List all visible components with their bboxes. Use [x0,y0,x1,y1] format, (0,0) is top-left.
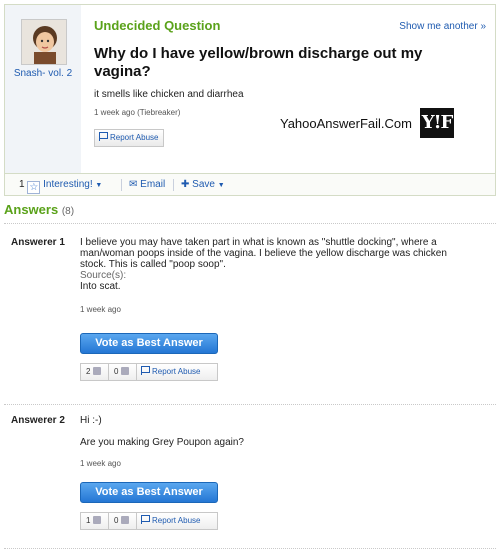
interesting-label: Interesting! [43,179,93,190]
answer-body: Hi :-) Are you making Grey Poupon again?… [80,415,460,469]
thumbs-down-icon [121,367,130,375]
answerer-name[interactable]: Answerer 1 [11,237,65,248]
question-main: Undecided Question Show me another » Why… [90,5,490,173]
thumbs-down-icon [121,516,130,524]
plus-icon: ✚ [181,179,190,190]
chevron-down-icon: ▼ [217,182,225,189]
answer-body: I believe you may have taken part in wha… [80,237,460,315]
report-abuse-label: Report Abuse [110,133,159,142]
rating-bar: 2 0 Report Abuse [80,363,218,381]
answers-count: (8) [61,206,75,217]
report-abuse-label: Report Abuse [152,516,201,525]
thumbs-down-button[interactable]: 0 [114,364,130,380]
question-body: it smells like chicken and diarrhea [94,89,244,100]
source-label: Source(s): [80,270,127,281]
divider [4,548,496,549]
answer-text: I believe you may have taken part in wha… [80,237,447,270]
answerer-name[interactable]: Answerer 2 [11,415,65,426]
question-actions-bar: 1 ☆ Interesting! ▼ ✉ Email ✚ Save ▼ [5,173,495,195]
thumbs-up-button[interactable]: 2 [86,364,102,380]
answer-time: 1 week ago [80,459,121,468]
flag-icon [141,366,150,375]
divider [4,223,496,224]
divider [173,179,174,191]
report-abuse-button[interactable]: Report Abuse [94,129,165,147]
star-icon: ☆ [27,181,41,194]
divider [136,364,137,380]
divider [108,513,109,529]
show-another-link[interactable]: Show me another » [399,21,486,32]
interesting-count: 1 [19,179,25,190]
question-status: Undecided Question [94,18,221,33]
flag-icon [99,132,108,141]
divider [108,364,109,380]
answer-time: 1 week ago [80,305,121,314]
avatar[interactable] [21,19,67,65]
answers-heading: Answers (8) [4,202,74,217]
answer-text: Hi :-) [80,415,102,426]
save-button[interactable]: ✚ Save ▼ [181,179,225,190]
flag-icon [141,515,150,524]
report-abuse-button[interactable]: Report Abuse [141,364,200,380]
save-label: Save [192,179,215,190]
watermark-text: YahooAnswerFail.Com [280,116,412,131]
divider [121,179,122,191]
report-abuse-label: Report Abuse [152,367,201,376]
question-card: Snash- vol. 2 Undecided Question Show me… [4,4,496,196]
thumbs-up-icon [93,367,102,375]
report-abuse-button[interactable]: Report Abuse [141,513,200,529]
divider [4,404,496,405]
interesting-button[interactable]: 1 ☆ Interesting! ▼ [19,179,102,194]
chevron-down-icon: ▼ [95,182,103,189]
vote-best-answer-button[interactable]: Vote as Best Answer [80,482,218,503]
email-label: Email [140,179,166,190]
divider [136,513,137,529]
envelope-icon: ✉ [129,179,138,190]
thumbs-down-count: 0 [114,367,119,376]
answers-label: Answers [4,202,59,217]
thumbs-down-button[interactable]: 0 [114,513,130,529]
thumbs-up-count: 2 [86,367,91,376]
answer-text-2: Are you making Grey Poupon again? [80,437,244,448]
yf-logo: Y!F [420,108,454,138]
asker-panel: Snash- vol. 2 [5,5,81,173]
rating-bar: 1 0 Report Abuse [80,512,218,530]
question-time: 1 week ago (Tiebreaker) [94,108,181,117]
thumbs-up-button[interactable]: 1 [86,513,102,529]
thumbs-up-icon [93,516,102,524]
thumbs-up-count: 1 [86,516,91,525]
vote-best-answer-button[interactable]: Vote as Best Answer [80,333,218,354]
email-button[interactable]: ✉ Email [129,179,165,190]
question-title: Why do I have yellow/brown discharge out… [94,45,423,80]
thumbs-down-count: 0 [114,516,119,525]
asker-name[interactable]: Snash- vol. 2 [9,68,77,80]
source-text: Into scat. [80,281,121,292]
